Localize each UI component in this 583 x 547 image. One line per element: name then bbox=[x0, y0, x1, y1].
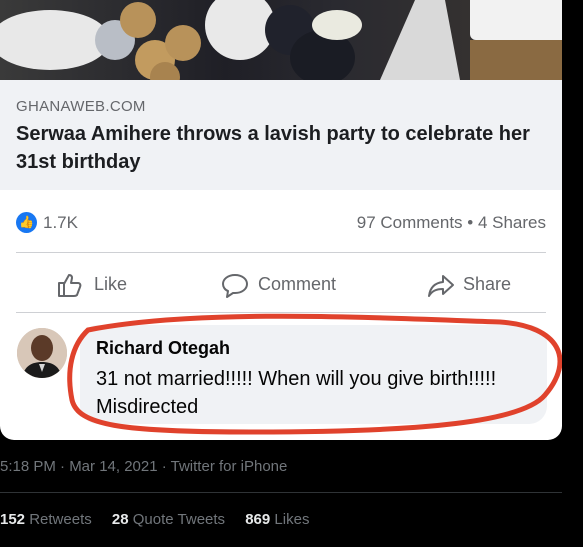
retweets-stat[interactable]: 152 Retweets bbox=[0, 511, 92, 528]
tweet-engagement: 152 Retweets 28 Quote Tweets 869 Likes bbox=[0, 511, 325, 528]
red-annotation-circle bbox=[67, 313, 562, 435]
tweet-meta[interactable]: 5:18 PM · Mar 14, 2021 · Twitter for iPh… bbox=[0, 458, 287, 475]
likes-stat[interactable]: 869 Likes bbox=[245, 511, 309, 528]
facebook-post-card: GHANAWEB.COM Serwaa Amihere throws a lav… bbox=[0, 0, 562, 440]
quotes-count: 28 bbox=[111, 511, 129, 528]
likes-count: 869 bbox=[245, 511, 271, 528]
retweets-label: Retweets bbox=[29, 511, 92, 528]
divider bbox=[0, 492, 562, 493]
quote-tweets-stat[interactable]: 28 Quote Tweets bbox=[112, 511, 225, 528]
retweets-count: 152 bbox=[0, 511, 26, 528]
likes-label: Likes bbox=[274, 511, 310, 528]
quotes-label: Quote Tweets bbox=[132, 511, 226, 528]
